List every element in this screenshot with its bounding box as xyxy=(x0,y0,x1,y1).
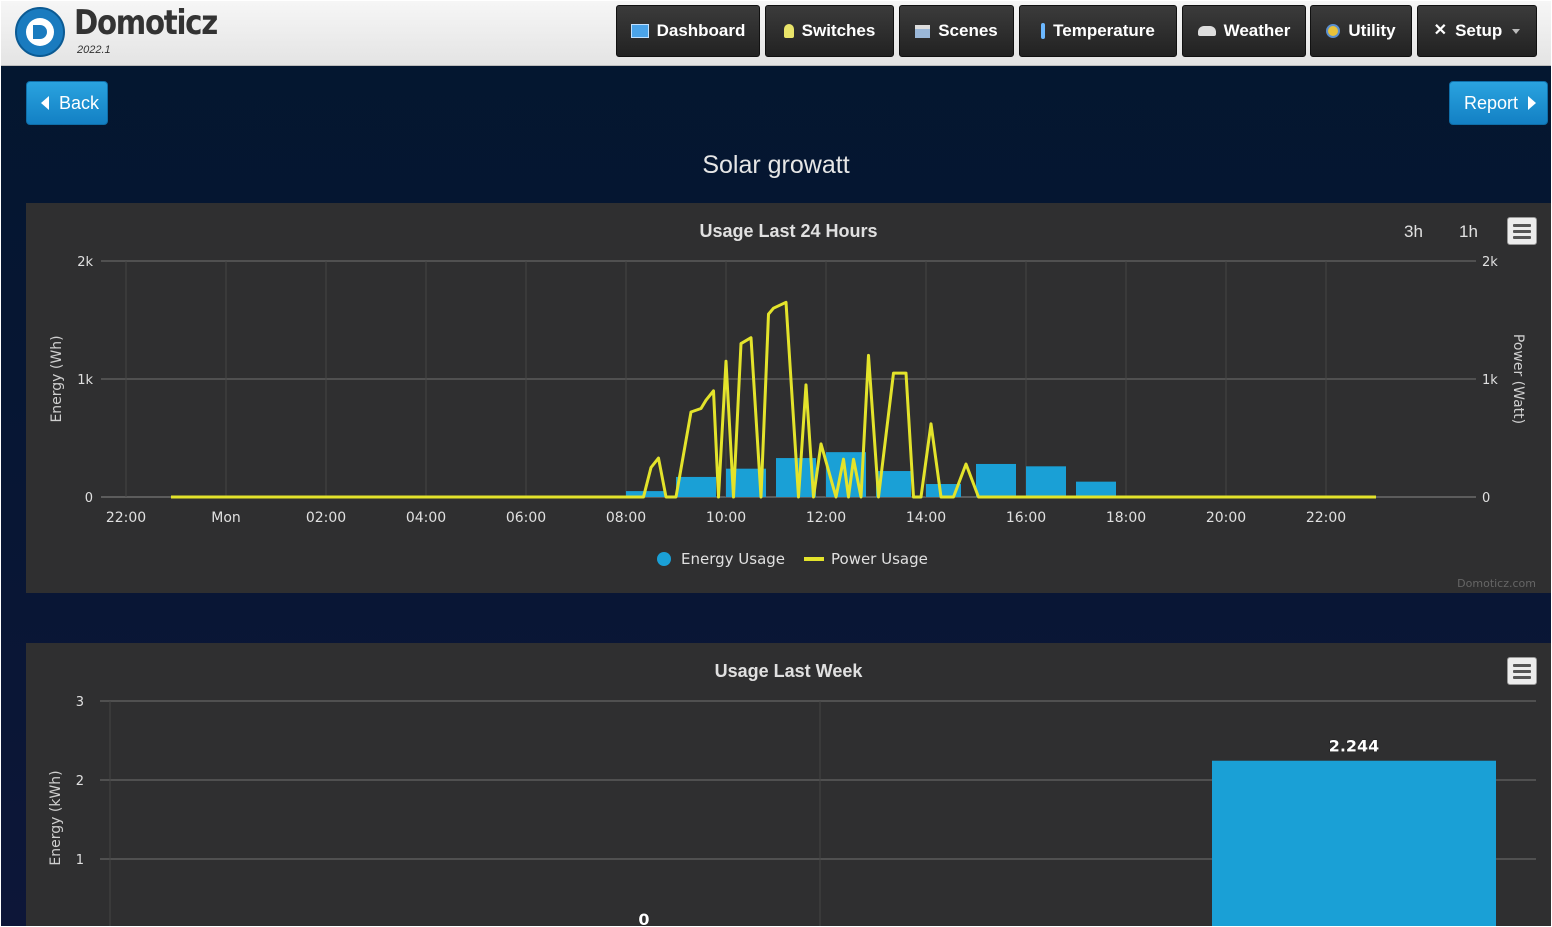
x-tick-label: 16:00 xyxy=(1006,510,1046,526)
nav-label: Temperature xyxy=(1053,21,1155,40)
x-tick-label: 18:00 xyxy=(1106,510,1146,526)
y-tick-label-left: 2k xyxy=(77,255,93,270)
nav-label: Scenes xyxy=(938,21,998,40)
y-tick-label-right: 2k xyxy=(1482,255,1498,270)
thermometer-icon xyxy=(1041,23,1046,39)
back-button[interactable]: Back xyxy=(26,81,108,125)
nav-label: Switches xyxy=(801,21,876,40)
report-label: Report xyxy=(1464,92,1519,113)
data-label: 2.244 xyxy=(1329,737,1380,756)
nav-label: Weather xyxy=(1223,21,1291,40)
x-tick-label: 04:00 xyxy=(406,510,446,526)
nav-label: Setup xyxy=(1455,21,1503,40)
y-tick-label: 2 xyxy=(76,774,84,789)
y-tick-label-right: 1k xyxy=(1482,373,1498,388)
x-tick-label: Mon xyxy=(211,510,241,526)
nav-scenes-button[interactable]: Scenes xyxy=(899,5,1014,57)
x-tick-label: 22:00 xyxy=(1306,510,1346,526)
clapperboard-icon xyxy=(915,24,931,38)
nav-temperature-button[interactable]: Temperature xyxy=(1019,5,1177,57)
y-tick-label-right: 0 xyxy=(1482,491,1490,506)
y-axis-title-right: Power (Watt) xyxy=(1510,334,1526,424)
nav-weather-button[interactable]: Weather xyxy=(1182,5,1306,57)
x-tick-label: 22:00 xyxy=(106,510,146,526)
nav-label: Utility xyxy=(1348,21,1396,40)
brand-name[interactable]: Domoticz xyxy=(74,3,218,43)
dashboard-icon xyxy=(630,24,649,38)
legend-power-marker xyxy=(804,557,824,561)
domoticz-logo-icon[interactable] xyxy=(15,7,65,57)
usage-week-chart: Usage Last Week 1 2 3 Energy (kWh) 0 2.244 xyxy=(26,643,1551,926)
energy-bar xyxy=(976,463,1016,497)
nav-label: Dashboard xyxy=(656,21,746,40)
plug-icon xyxy=(1326,24,1341,38)
x-tick-label: 10:00 xyxy=(706,510,746,526)
legend-energy-marker xyxy=(657,552,671,566)
usage-24h-chart: Usage Last 24 Hours 3h 1h 0 0 1k 1k 2k 2k 22:0… xyxy=(26,203,1551,593)
x-tick-label: 08:00 xyxy=(606,510,646,526)
y-axis-title-left: Energy (Wh) xyxy=(49,335,65,422)
y-tick-label-left: 1k xyxy=(77,373,93,388)
cloud-rain-icon xyxy=(1197,26,1216,36)
nav-setup-button[interactable]: ✕ Setup xyxy=(1417,5,1537,57)
energy-bar xyxy=(1076,481,1116,497)
usage-24h-plot: 0 0 1k 1k 2k 2k 22:00 Mon 02:00 04:00 06:00 08:00 10… xyxy=(49,255,1536,590)
chevron-down-icon xyxy=(1512,28,1521,34)
data-label: 0 xyxy=(638,910,649,926)
x-tick-label: 06:00 xyxy=(506,510,546,526)
nav-utility-button[interactable]: Utility xyxy=(1310,5,1412,57)
nav-dashboard-button[interactable]: Dashboard xyxy=(616,5,760,57)
app-window: Domoticz 2022.1 Dashboard Switches Scene… xyxy=(1,1,1551,926)
x-tick-label: 14:00 xyxy=(906,510,946,526)
tools-icon: ✕ xyxy=(1433,22,1448,39)
top-navbar: Domoticz 2022.1 Dashboard Switches Scene… xyxy=(1,1,1551,66)
chevron-right-icon xyxy=(1528,96,1537,110)
legend-energy-label: Energy Usage xyxy=(681,550,785,568)
energy-bar xyxy=(676,476,716,497)
x-tick-label: 20:00 xyxy=(1206,510,1246,526)
chart-credits: Domoticz.com xyxy=(1457,577,1536,590)
usage-week-plot: 1 2 3 Energy (kWh) 0 2.244 xyxy=(48,695,1536,926)
energy-bar xyxy=(1212,760,1496,926)
x-tick-label: 02:00 xyxy=(306,510,346,526)
y-tick-label-left: 0 xyxy=(85,491,93,506)
back-label: Back xyxy=(59,92,100,113)
y-tick-label: 1 xyxy=(76,853,84,868)
y-tick-label: 3 xyxy=(76,695,84,710)
energy-bar xyxy=(1026,466,1066,497)
legend-power-label: Power Usage xyxy=(831,550,928,568)
app-version: 2022.1 xyxy=(77,44,111,56)
y-axis-title: Energy (kWh) xyxy=(48,770,64,865)
report-button[interactable]: Report xyxy=(1449,81,1548,125)
lightbulb-icon xyxy=(783,24,794,38)
nav-switches-button[interactable]: Switches xyxy=(765,5,894,57)
power-usage-line xyxy=(171,300,1376,499)
x-tick-label: 12:00 xyxy=(806,510,846,526)
page-title: Solar growatt xyxy=(702,151,850,179)
chevron-left-icon xyxy=(41,96,49,110)
